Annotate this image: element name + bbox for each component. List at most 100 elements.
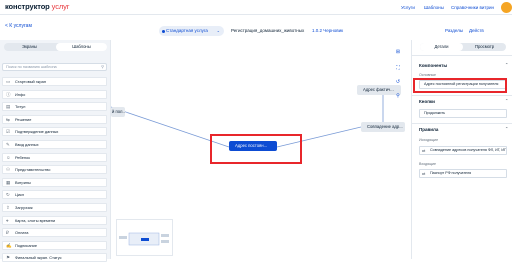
tab-details[interactable]: Детали — [420, 43, 463, 51]
component-item[interactable]: ☑ Подтверждение данных — [2, 127, 107, 137]
incoming-label: Исходящие — [419, 138, 439, 142]
component-icon: ↻ — [6, 192, 10, 198]
service-type-select[interactable]: Стандартная услуга ⌄ — [159, 26, 224, 36]
process-name: Регистрация_домашних_животных — [231, 28, 305, 33]
component-icon: ✎ — [6, 142, 10, 147]
select-dot-icon — [162, 29, 165, 33]
tab-templates[interactable]: Шаблоны — [56, 43, 107, 51]
chevron-up-icon[interactable]: ⌃ — [505, 62, 508, 67]
logo-accent-text: услуг — [51, 2, 70, 11]
back-to-services-link[interactable]: < К услугам — [5, 23, 32, 29]
highlight-box-node — [210, 134, 302, 164]
outgoing-rule-value: Паспорт РФ получателя — [430, 171, 472, 175]
component-item[interactable]: ☺ Ребенок — [2, 152, 107, 162]
chevron-down-icon: ⌄ — [216, 28, 220, 33]
properties-panel: Детали Просмотр Компоненты ⌃ Основные Ад… — [411, 40, 512, 259]
component-label: Представительство — [15, 167, 51, 173]
basic-label: Основные — [419, 73, 437, 77]
node-left-partial[interactable]: й пол... — [111, 107, 125, 117]
components-sidebar: Экраны Шаблоны Поиск по названию шаблона… — [0, 40, 111, 262]
search-icon[interactable]: ⚲ — [394, 92, 402, 100]
component-icon: ⚑ — [6, 255, 11, 261]
continue-button-field[interactable]: Продолжить — [419, 109, 507, 118]
component-item[interactable]: ⚇ Представительство — [2, 165, 107, 175]
tab-preview[interactable]: Просмотр — [463, 43, 506, 51]
outgoing-label: Входящие — [419, 162, 437, 166]
component-item[interactable]: ✎ Ввод данных — [2, 140, 107, 149]
divider — [412, 55, 512, 56]
component-label: Титул — [15, 104, 26, 110]
node-address-match[interactable]: Совпадение адр... — [361, 122, 405, 132]
sections-link[interactable]: Разделы — [445, 28, 463, 33]
logo-main-text: конструктор — [5, 2, 50, 11]
component-icon: ⚇ — [6, 167, 11, 173]
incoming-rule-value: Совпадение адресов получателя ФЛ, ИГ, ИП — [430, 148, 507, 152]
actions-link[interactable]: Действ — [469, 28, 484, 33]
properties-tabs: Детали Просмотр — [420, 43, 506, 51]
component-label: Витрины — [15, 179, 31, 185]
component-label: Подписание — [15, 242, 38, 248]
service-type-value: Стандартная услуга — [166, 28, 208, 33]
component-icon: ▦ — [6, 179, 11, 185]
component-item[interactable]: ▤ Титул — [2, 102, 107, 112]
component-label: Финальный экран. Статус — [15, 255, 62, 261]
component-icon: ✍ — [6, 242, 12, 248]
buttons-section-title[interactable]: Кнопки — [419, 99, 435, 104]
component-label: Цикл — [15, 192, 25, 198]
outgoing-rule-field[interactable]: ⇄ Паспорт РФ получателя — [419, 169, 507, 178]
chevron-up-icon[interactable]: ⌃ — [505, 98, 508, 103]
tab-screens[interactable]: Экраны — [4, 43, 55, 51]
minimap[interactable] — [116, 219, 173, 256]
incoming-rule-field[interactable]: ⇄ Совпадение адресов получателя ФЛ, ИГ, … — [419, 146, 507, 155]
component-label: Оплата — [15, 230, 29, 236]
component-item[interactable]: ⓘ Инфо — [2, 89, 107, 99]
component-label: Ввод данных — [15, 142, 39, 147]
component-label: Решение — [15, 116, 32, 122]
component-icon: ⇆ — [6, 116, 10, 122]
layout-icon[interactable]: ⊞ — [394, 48, 402, 56]
search-placeholder: Поиск по названию шаблона — [6, 65, 57, 69]
rules-section-title[interactable]: Правила — [419, 127, 438, 132]
component-label: Инфо — [15, 91, 26, 97]
top-header: конструктор услуг Услуги Шаблоны Справоч… — [0, 0, 512, 15]
component-label: Карта, слоты времени — [15, 217, 56, 223]
nav-services[interactable]: Услуги — [401, 5, 415, 10]
component-label: Стартовый экран — [15, 79, 46, 84]
component-label: Подтверждение данных — [15, 129, 59, 135]
component-icon: ☑ — [6, 129, 11, 135]
component-icon: ▭ — [6, 79, 11, 84]
minimap-preview — [119, 232, 169, 246]
component-item[interactable]: ⌖ Карта, слоты времени — [2, 215, 107, 225]
component-label: Загрузчик — [15, 205, 33, 210]
highlight-box-component — [413, 78, 507, 93]
component-item[interactable]: ✍ Подписание — [2, 240, 107, 250]
component-item[interactable]: ⇪ Загрузчик — [2, 203, 107, 212]
fullscreen-icon[interactable]: ⛶ — [394, 64, 402, 72]
component-item[interactable]: ₽ Оплата — [2, 228, 107, 238]
component-icon: ₽ — [6, 230, 9, 236]
chevron-up-icon[interactable]: ⌃ — [505, 126, 508, 131]
sidebar-tabs: Экраны Шаблоны — [4, 43, 107, 51]
avatar[interactable] — [501, 2, 512, 13]
divider — [412, 123, 512, 124]
component-item[interactable]: ↻ Цикл — [2, 190, 107, 200]
nav-directories[interactable]: Справочники витрин — [451, 5, 494, 10]
refresh-icon[interactable]: ↺ — [394, 78, 402, 86]
logo[interactable]: конструктор услуг — [5, 2, 70, 11]
component-icon: ⇪ — [6, 205, 10, 210]
search-input[interactable]: Поиск по названию шаблона ⚲ — [2, 63, 107, 71]
link-icon: ⇄ — [422, 148, 426, 153]
component-item[interactable]: ⇆ Решение — [2, 114, 107, 124]
divider — [412, 95, 512, 96]
component-item[interactable]: ▦ Витрины — [2, 177, 107, 187]
component-item[interactable]: ⚑ Финальный экран. Статус — [2, 253, 107, 262]
component-item[interactable]: ▭ Стартовый экран — [2, 77, 107, 86]
components-section-title[interactable]: Компоненты — [419, 63, 447, 68]
component-icon: ▤ — [6, 104, 11, 110]
search-icon: ⚲ — [101, 64, 104, 69]
nav-templates[interactable]: Шаблоны — [424, 5, 444, 10]
component-label: Ребенок — [15, 154, 30, 160]
version-badge[interactable]: 1.0.2 Черновик — [312, 28, 343, 33]
component-icon: ⓘ — [6, 91, 11, 97]
component-icon: ⌖ — [6, 217, 9, 223]
